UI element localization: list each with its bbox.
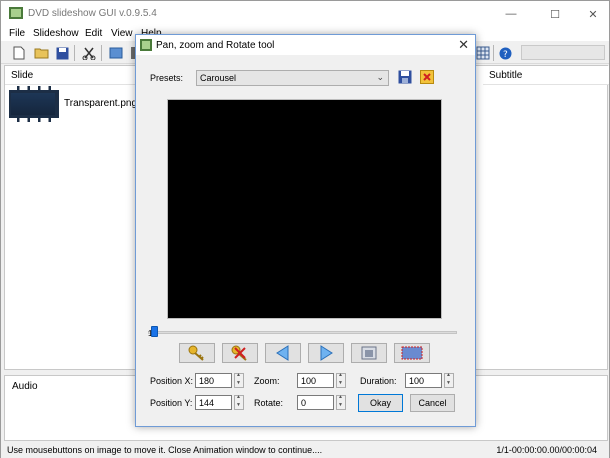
toolbar-separator [101,45,102,61]
presets-selected-value: Carousel [200,73,237,83]
cut-icon[interactable] [81,45,97,61]
delete-preset-icon[interactable] [420,70,434,84]
duration-label: Duration: [360,376,397,386]
presets-dropdown[interactable]: Carousel ⌄ [196,70,389,86]
key-icon [188,345,204,361]
position-y-stepper[interactable] [234,394,244,410]
cancel-button[interactable]: Cancel [410,394,455,412]
title-bar: DVD slideshow GUI v.0.9.5.4 — ☐ ✕ [1,1,609,27]
column-header-subtitle[interactable]: Subtitle [483,66,609,85]
duration-input[interactable]: 100 [405,373,442,388]
previous-keyframe-button[interactable] [265,343,301,363]
slide-thumbnail[interactable] [9,86,59,122]
zoom-stepper[interactable] [336,372,346,388]
remove-keyframe-button[interactable] [222,343,258,363]
dialog-title: Pan, zoom and Rotate tool [156,40,275,51]
help-icon[interactable]: ? [497,45,513,61]
duration-stepper[interactable] [444,372,454,388]
column-header-slide[interactable]: Slide [5,66,145,85]
save-preset-icon[interactable] [398,70,412,84]
maximize-button[interactable]: ☐ [535,1,575,27]
menu-view[interactable]: View [111,28,133,39]
menu-edit[interactable]: Edit [85,28,102,39]
grid-icon[interactable] [475,45,491,61]
menu-file[interactable]: File [9,28,25,39]
new-icon[interactable] [11,45,27,61]
fit-screen-icon [401,346,423,360]
svg-text:?: ? [503,50,508,60]
preview-canvas[interactable] [167,99,442,319]
presets-label: Presets: [150,73,184,83]
crop-image-button[interactable] [351,343,387,363]
minimize-button[interactable]: — [491,1,531,27]
status-message: Use mousebuttons on image to move it. Cl… [7,445,323,455]
position-y-label: Position Y: [150,398,193,408]
arrow-right-icon [320,345,333,361]
status-position: 1/1-00:00:00.00/00:00:04 [496,445,597,455]
status-bar: Use mousebuttons on image to move it. Cl… [1,441,609,458]
dialog-close-button[interactable]: ✕ [458,37,469,53]
chevron-down-icon: ⌄ [376,72,384,82]
preview-icon[interactable] [108,45,124,61]
list-item[interactable]: Transparent.png [9,84,149,122]
slide-filename: Transparent.png [64,98,138,109]
dialog-title-bar: Pan, zoom and Rotate tool ✕ [136,35,475,55]
zoom-label: Zoom: [254,376,280,386]
position-x-stepper[interactable] [234,372,244,388]
okay-button[interactable]: Okay [358,394,403,412]
crop-icon [361,346,377,360]
arrow-left-icon [276,345,289,361]
audio-label: Audio [12,381,38,392]
add-keyframe-button[interactable] [179,343,215,363]
frame-slider-track[interactable] [148,331,457,334]
close-button[interactable]: ✕ [573,1,610,27]
open-folder-icon[interactable] [33,45,49,61]
next-keyframe-button[interactable] [308,343,344,363]
rotate-input[interactable]: 0 [297,395,334,410]
zoom-input[interactable]: 100 [297,373,334,388]
app-icon [9,7,23,19]
toolbar-field[interactable] [521,45,605,60]
app-icon [140,39,152,51]
frame-slider-thumb[interactable] [151,326,158,337]
fit-screen-button[interactable] [394,343,430,363]
rotate-stepper[interactable] [336,394,346,410]
menu-slideshow[interactable]: Slideshow [33,28,79,39]
toolbar-separator [74,45,75,61]
position-x-label: Position X: [150,376,194,386]
window-title: DVD slideshow GUI v.0.9.5.4 [28,8,157,19]
rotate-label: Rotate: [254,398,284,408]
save-icon[interactable] [54,45,70,61]
pan-zoom-rotate-dialog: Pan, zoom and Rotate tool ✕ Presets: Car… [135,34,476,427]
position-x-input[interactable]: 180 [195,373,232,388]
delete-key-icon [231,345,247,361]
toolbar-separator [493,45,494,61]
position-y-input[interactable]: 144 [195,395,232,410]
